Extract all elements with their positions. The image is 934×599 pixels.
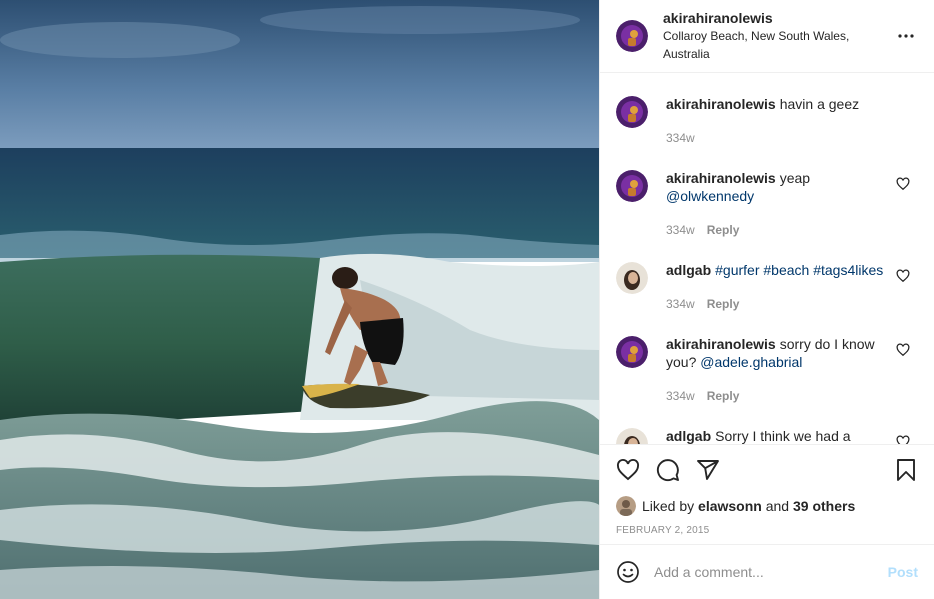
heart-icon[interactable] xyxy=(896,435,910,444)
avatar[interactable] xyxy=(616,496,636,516)
caption: akirahiranolewis havin a geez 334w xyxy=(616,95,918,147)
comment-username[interactable]: akirahiranolewis xyxy=(666,336,776,352)
likes-user-link[interactable]: elawsonn xyxy=(698,498,762,514)
comment-time[interactable]: 334w xyxy=(666,129,695,147)
comment-meta: 334w Reply xyxy=(666,221,886,239)
comment-meta: 334w Reply xyxy=(666,295,886,313)
comment-item: adlgab #gurfer #beach #tags4likes 334w Re… xyxy=(616,261,918,313)
comment-mention[interactable]: @adele.ghabrial xyxy=(700,354,802,370)
comment-list[interactable]: akirahiranolewis havin a geez 334w akirah… xyxy=(600,73,934,444)
comment-username[interactable]: adlgab xyxy=(666,428,711,444)
comment-item: akirahiranolewis yeap @olwkennedy 334w Re… xyxy=(616,169,918,239)
paper-plane-icon[interactable] xyxy=(696,458,720,482)
comment-text: yeap xyxy=(779,170,811,186)
likes-summary: Liked by elawsonn and 39 others xyxy=(616,495,918,517)
comment-icon[interactable] xyxy=(656,458,680,482)
bookmark-icon[interactable] xyxy=(894,458,918,482)
comment-text: havin a geez xyxy=(779,96,860,112)
comment-item: adlgab Sorry I think we had a xyxy=(616,427,918,444)
post-sidebar: akirahiranolewis Collaroy Beach, New Sou… xyxy=(599,0,934,599)
avatar[interactable] xyxy=(616,428,648,444)
comment-time[interactable]: 334w xyxy=(666,295,695,313)
comment-time[interactable]: 334w xyxy=(666,387,695,405)
header-text: akirahiranolewis Collaroy Beach, New Sou… xyxy=(663,9,894,63)
author-username[interactable]: akirahiranolewis xyxy=(663,9,894,27)
avatar[interactable] xyxy=(616,336,648,368)
smiley-icon[interactable] xyxy=(616,560,640,584)
comment-username[interactable]: akirahiranolewis xyxy=(666,96,776,112)
post-button[interactable]: Post xyxy=(888,564,918,580)
post-photo[interactable] xyxy=(0,0,599,599)
comment-mention[interactable]: @olwkennedy xyxy=(666,188,754,204)
comment-body: akirahiranolewis sorry do I know you? @ad… xyxy=(666,335,886,405)
heart-icon[interactable] xyxy=(896,343,910,357)
actions-section: Liked by elawsonn and 39 others FEBRUARY… xyxy=(600,444,934,544)
comment-meta: 334w xyxy=(666,129,886,147)
likes-joiner: and xyxy=(765,498,790,514)
comment-body: adlgab Sorry I think we had a xyxy=(666,427,886,444)
avatar[interactable] xyxy=(616,170,648,202)
comment-input[interactable] xyxy=(654,564,888,580)
comment-text: Sorry I think we had a xyxy=(715,428,851,444)
post-modal: akirahiranolewis Collaroy Beach, New Sou… xyxy=(0,0,934,599)
comment-item: akirahiranolewis sorry do I know you? @ad… xyxy=(616,335,918,405)
comment-username[interactable]: adlgab xyxy=(666,262,711,278)
likes-prefix: Liked by xyxy=(642,498,695,514)
reply-button[interactable]: Reply xyxy=(707,221,740,239)
post-date[interactable]: FEBRUARY 2, 2015 xyxy=(616,525,918,536)
add-comment-bar: Post xyxy=(600,544,934,599)
comment-body: adlgab #gurfer #beach #tags4likes 334w Re… xyxy=(666,261,886,313)
comment-username[interactable]: akirahiranolewis xyxy=(666,170,776,186)
heart-icon[interactable] xyxy=(896,269,910,283)
comment-time[interactable]: 334w xyxy=(666,221,695,239)
reply-button[interactable]: Reply xyxy=(707,295,740,313)
avatar[interactable] xyxy=(616,96,648,128)
action-row xyxy=(616,445,918,495)
post-header: akirahiranolewis Collaroy Beach, New Sou… xyxy=(600,0,934,73)
comment-body: akirahiranolewis yeap @olwkennedy 334w Re… xyxy=(666,169,886,239)
more-horizontal-icon[interactable] xyxy=(894,24,918,48)
avatar[interactable] xyxy=(616,20,648,52)
heart-icon[interactable] xyxy=(616,458,640,482)
location-link[interactable]: Collaroy Beach, New South Wales, Austral… xyxy=(663,27,894,63)
heart-icon[interactable] xyxy=(896,177,910,191)
comment-hashtags[interactable]: #gurfer #beach #tags4likes xyxy=(715,262,883,278)
reply-button[interactable]: Reply xyxy=(707,387,740,405)
likes-others-link[interactable]: 39 others xyxy=(793,498,855,514)
comment-meta: 334w Reply xyxy=(666,387,886,405)
avatar[interactable] xyxy=(616,262,648,294)
surfing-photo xyxy=(0,0,599,599)
comment-body: akirahiranolewis havin a geez 334w xyxy=(666,95,886,147)
